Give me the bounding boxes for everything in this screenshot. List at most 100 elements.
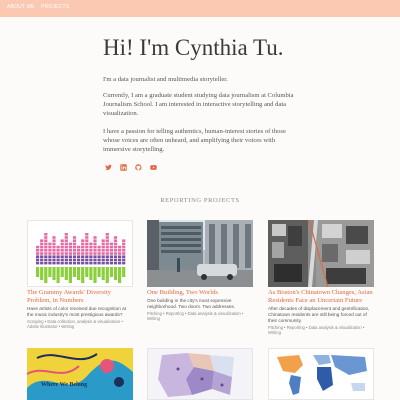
project-description: Have artists of color received due recog…	[27, 306, 127, 317]
bio-paragraph-education: Currently, I am a graduate student study…	[103, 92, 294, 118]
project-thumbnail-chinatown-aerial[interactable]	[268, 220, 374, 287]
chart-cell	[105, 252, 109, 255]
chart-cell	[101, 252, 105, 255]
chart-cell	[64, 242, 68, 246]
chart-cell	[113, 267, 118, 280]
chart-cell	[68, 267, 72, 283]
nav-link-projects[interactable]: PROJECTS	[41, 4, 69, 10]
project-card-6[interactable]	[268, 348, 374, 400]
chart-cell	[36, 258, 40, 262]
chart-cell	[52, 245, 56, 249]
chart-cell	[81, 252, 85, 255]
chart-cell	[81, 267, 85, 283]
project-description: After decades of displacement and gentri…	[268, 306, 370, 323]
chart-cell	[52, 261, 56, 265]
chart-cell	[118, 255, 122, 258]
project-card-where-we-belong[interactable]: Where We Belong	[27, 348, 133, 400]
project-thumbnail-building-photo[interactable]	[147, 220, 253, 287]
chart-cell	[48, 255, 52, 258]
chart-cell	[101, 255, 105, 258]
chart-cell	[36, 245, 40, 249]
chart-cell	[48, 242, 52, 246]
chart-cell	[89, 255, 93, 258]
chart-cell	[93, 242, 97, 246]
chart-cell	[64, 245, 68, 249]
project-tags: Pitching • Reporting • Data analysis & v…	[147, 311, 244, 322]
chart-cell	[40, 261, 44, 265]
chart-cell	[105, 242, 109, 246]
project-card-one-building[interactable]: One Building, Two Worlds One building in…	[147, 220, 253, 322]
chart-cell	[113, 252, 118, 255]
chart-cell	[44, 267, 48, 283]
chart-cell	[48, 245, 52, 249]
project-thumbnail-grammy-chart[interactable]	[27, 220, 133, 287]
project-card-chinatown[interactable]: As Boston's Chinatown Changes, Asian Res…	[268, 220, 374, 336]
chart-cell	[44, 245, 48, 249]
chart-cell	[118, 258, 122, 262]
chart-cell	[85, 261, 89, 265]
chart-cell	[109, 267, 113, 277]
chart-cell	[118, 252, 122, 255]
project-tags: Pitching • Reporting • Data analysis & v…	[268, 325, 365, 336]
chart-cell	[64, 236, 68, 239]
chart-cell	[44, 236, 48, 239]
chart-cell	[60, 249, 64, 252]
chart-cell	[109, 258, 113, 262]
chart-cell	[122, 242, 126, 246]
chart-cell	[60, 252, 64, 255]
page-title: Hi! I'm Cynthia Tu.	[103, 35, 284, 60]
chart-cell	[93, 258, 97, 262]
chart-cell	[109, 249, 113, 252]
project-card-grammy[interactable]: The Grammy Awards' Diversity Problem, in…	[27, 220, 133, 330]
chart-cell	[89, 249, 93, 252]
chart-cell	[122, 255, 126, 258]
project-thumbnail-world-map[interactable]	[268, 348, 374, 400]
chart-cell	[89, 267, 93, 280]
project-thumbnail-map[interactable]	[147, 348, 253, 400]
chart-cell	[85, 239, 89, 242]
chart-cell	[52, 249, 56, 252]
chart-cell	[64, 267, 68, 280]
chart-cell	[113, 239, 118, 242]
chart-cell	[56, 267, 60, 283]
chart-cell	[77, 255, 81, 258]
chart-cell	[89, 252, 93, 255]
chart-cell	[48, 252, 52, 255]
chart-cell	[72, 242, 77, 246]
section-title-reporting-projects: REPORTING PROJECTS	[160, 197, 240, 204]
youtube-icon[interactable]	[150, 164, 157, 171]
project-card-5[interactable]	[147, 348, 253, 400]
project-title[interactable]: As Boston's Chinatown Changes, Asian Res…	[268, 289, 374, 305]
chart-cell	[118, 261, 122, 265]
project-title[interactable]: One Building, Two Worlds	[147, 289, 253, 297]
chart-cell	[36, 261, 40, 265]
social-links	[105, 164, 157, 171]
chart-cell	[72, 236, 77, 239]
project-title[interactable]: The Grammy Awards' Diversity Problem, in…	[27, 289, 133, 305]
nav-link-about[interactable]: ABOUT ME	[7, 4, 35, 10]
chart-cell	[109, 242, 113, 246]
chart-cell	[101, 239, 105, 242]
chart-cell	[85, 245, 89, 249]
chart-cell	[68, 249, 72, 252]
bio-paragraph-intro: I'm a data journalist and multimedia sto…	[103, 76, 228, 83]
chart-cell	[101, 242, 105, 246]
twitter-icon[interactable]	[105, 164, 112, 171]
chart-cell	[56, 255, 60, 258]
chart-cell	[93, 267, 97, 283]
chart-cell	[81, 249, 85, 252]
bio-paragraph-passion: I have a passion for telling authentics,…	[103, 128, 286, 154]
chart-cell	[105, 261, 109, 265]
chart-cell	[77, 252, 81, 255]
chart-cell	[81, 255, 85, 258]
chart-cell	[77, 261, 81, 265]
linkedin-icon[interactable]	[120, 164, 127, 171]
chart-cell	[68, 255, 72, 258]
chart-cell	[52, 239, 56, 242]
project-thumbnail-where-we-belong[interactable]: Where We Belong	[27, 348, 133, 400]
github-icon[interactable]	[135, 164, 142, 171]
project-tags: Scraping • Data collection, analysis & v…	[27, 319, 123, 330]
chart-cell	[52, 258, 56, 262]
chart-cell	[81, 242, 85, 246]
chart-cell	[44, 255, 48, 258]
